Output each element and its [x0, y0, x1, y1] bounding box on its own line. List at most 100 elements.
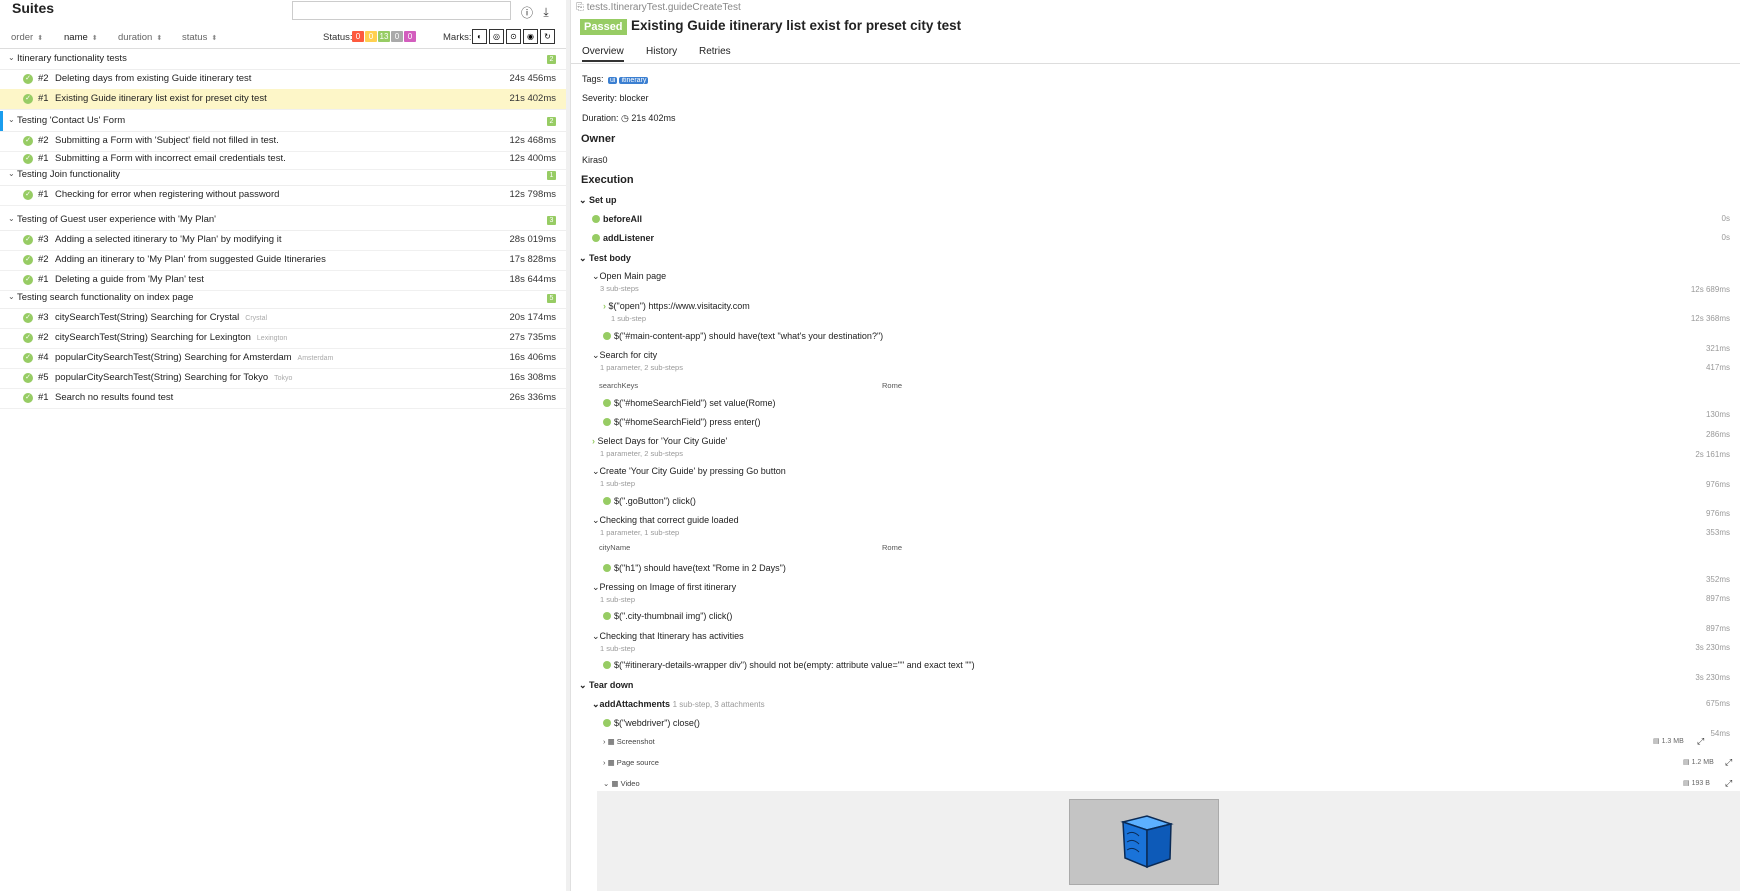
setup-section[interactable]: ⌄ Set up	[579, 195, 617, 206]
test-step[interactable]: $("h1") should have(text "Rome in 2 Days…	[603, 563, 786, 573]
suite-group[interactable]: ⌄ Testing Join functionality 1	[0, 165, 566, 186]
copy-icon[interactable]: ⎘	[576, 2, 587, 13]
file-size-icon: ▤	[1683, 759, 1690, 766]
step-name: Checking that correct guide loaded	[599, 515, 739, 525]
test-step[interactable]: ⌄Open Main page	[592, 271, 666, 282]
test-row[interactable]: ✓ #3 Adding a selected itinerary to 'My Pl…	[0, 230, 566, 251]
sort-order[interactable]: order ⬍	[11, 32, 43, 43]
attachment-row[interactable]: ⌄ ▦ Video	[603, 779, 640, 788]
test-row[interactable]: ✓ #5 popularCitySearchTest(String) Searchi…	[0, 368, 566, 389]
step-name: Checking that Itinerary has activities	[599, 631, 744, 641]
test-row[interactable]: ✓ #1 Existing Guide itinerary list exist f…	[0, 89, 566, 110]
test-step[interactable]: ⌄Search for city	[592, 350, 657, 361]
retries-mark-icon[interactable]: ↻	[540, 29, 555, 44]
test-step[interactable]: $("#main-content-app") should have(text …	[603, 331, 883, 341]
fixture-substeps: 1 sub-step, 3 attachments	[672, 700, 765, 709]
teardown-section[interactable]: ⌄ Tear down	[579, 680, 633, 691]
tab-retries[interactable]: Retries	[699, 46, 731, 57]
test-step[interactable]: › $("open") https://www.visitacity.com	[603, 301, 750, 311]
suite-count-badge: 3	[547, 216, 556, 225]
body-section[interactable]: ⌄ Test body	[579, 253, 631, 264]
search-input[interactable]	[292, 1, 511, 20]
test-step[interactable]: $("#homeSearchField") set value(Rome)	[603, 398, 775, 408]
suite-group[interactable]: ⌄ Testing search functionality on index p…	[0, 288, 566, 309]
test-step[interactable]: ⌄Checking that Itinerary has activities	[592, 631, 744, 642]
test-step[interactable]: ⌄Create 'Your City Guide' by pressing Go…	[592, 466, 786, 477]
chevron-right-icon: ›	[592, 436, 595, 446]
test-step[interactable]: ⌄Pressing on Image of first itinerary	[592, 582, 736, 593]
tab-overview[interactable]: Overview	[582, 46, 624, 62]
param-value: Rome	[882, 381, 903, 390]
suite-group[interactable]: ⌄ Itinerary functionality tests 2	[0, 49, 566, 70]
download-icon[interactable]: ⤓	[538, 4, 554, 20]
sort-status[interactable]: status ⬍	[182, 32, 217, 43]
chevron-down-icon: ⌄	[8, 292, 15, 301]
test-row[interactable]: ✓ #2 citySearchTest(String) Searching for …	[0, 328, 566, 349]
tabs: Overview History Retries	[571, 43, 1740, 64]
sort-duration[interactable]: duration ⬍	[118, 32, 162, 43]
step-time: 2s 161ms	[1695, 450, 1730, 459]
sort-arrow-icon: ⬍	[91, 35, 98, 42]
attachment-size: ▤ 1.2 MB	[1683, 758, 1714, 766]
param-value: Rome	[882, 543, 903, 552]
attachment-name: Video	[620, 779, 640, 788]
attachment-row[interactable]: › ▦ Page source	[603, 758, 659, 767]
new-failed-mark-icon[interactable]: ◎	[489, 29, 504, 44]
tag[interactable]: ui	[608, 77, 618, 84]
test-title-text: Adding a selected itinerary to 'My Plan'…	[55, 234, 282, 245]
new-broken-mark-icon[interactable]: ◉	[523, 29, 538, 44]
test-title-text: Deleting days from existing Guide itiner…	[55, 73, 252, 84]
info-icon[interactable]: ⓘ	[519, 4, 535, 20]
test-step[interactable]: $("#homeSearchField") press enter()	[603, 417, 760, 427]
status-count-badge[interactable]: 13	[378, 31, 390, 42]
fullscreen-icon[interactable]: ⤢	[1725, 778, 1732, 789]
fixture-step[interactable]: ⌄addAttachments 1 sub-step, 3 attachment…	[592, 699, 765, 710]
step-name: Open Main page	[599, 271, 667, 281]
test-step[interactable]: $("webdriver") close()	[603, 718, 700, 728]
file-icon: ▦	[607, 758, 615, 767]
step-name: $("#homeSearchField") set value(Rome)	[614, 398, 776, 408]
test-step[interactable]: ⌄Checking that correct guide loaded	[592, 515, 739, 526]
fixture-step[interactable]: addListener	[592, 233, 654, 243]
passed-icon: ✓	[23, 393, 33, 403]
step-substeps: 3 sub-steps	[600, 284, 639, 293]
tag[interactable]: itinerary	[619, 77, 649, 84]
test-row[interactable]: ✓ #4 popularCitySearchTest(String) Searchi…	[0, 348, 566, 369]
test-row[interactable]: ✓ #3 citySearchTest(String) Searching for …	[0, 308, 566, 329]
test-title: citySearchTest(String) Searching for Lex…	[55, 332, 287, 343]
suite-count-badge: 5	[547, 294, 556, 303]
fullscreen-icon[interactable]: ⤢	[1725, 757, 1732, 768]
status-count-badge[interactable]: 0	[391, 31, 403, 42]
tab-history[interactable]: History	[646, 46, 677, 57]
test-row[interactable]: ✓ #1 Search no results found test 26s 336ms	[0, 388, 566, 409]
test-step[interactable]: $(".goButton") click()	[603, 496, 696, 506]
suite-group[interactable]: ⌄ Testing of Guest user experience with '…	[0, 210, 566, 231]
video-thumbnail[interactable]	[1069, 799, 1219, 885]
test-step[interactable]: › Select Days for 'Your City Guide'	[592, 436, 727, 446]
test-duration: 16s 406ms	[509, 352, 556, 363]
status-count-badge[interactable]: 0	[404, 31, 416, 42]
test-row[interactable]: ✓ #1 Checking for error when registering w…	[0, 185, 566, 206]
chevron-down-icon: ⌄	[579, 253, 590, 263]
test-row[interactable]: ✓ #2 Adding an itinerary to 'My Plan' from…	[0, 250, 566, 271]
test-step[interactable]: $("#itinerary-details-wrapper div") shou…	[603, 660, 975, 670]
test-order: #1	[38, 153, 49, 164]
attachment-row[interactable]: › ▦ Screenshot	[603, 737, 655, 746]
status-count-badge[interactable]: 0	[365, 31, 377, 42]
passed-icon	[603, 719, 611, 727]
status-count-badge[interactable]: 0	[352, 31, 364, 42]
sort-name[interactable]: name ⬍	[64, 32, 98, 43]
step-substeps: 1 sub-step	[600, 644, 636, 653]
owner-heading: Owner	[581, 133, 616, 145]
fullscreen-icon[interactable]: ⤢	[1697, 736, 1704, 747]
flaky-mark-icon[interactable]: ◐	[472, 29, 487, 44]
step-time: 897ms	[1705, 624, 1730, 633]
fixture-step[interactable]: beforeAll	[592, 214, 642, 224]
new-passed-mark-icon[interactable]: ⊙	[506, 29, 521, 44]
test-row[interactable]: ✓ #2 Deleting days from existing Guide iti…	[0, 69, 566, 90]
suite-group[interactable]: ⌄ Testing 'Contact Us' Form 2	[0, 111, 566, 132]
test-step[interactable]: $(".city-thumbnail img") click()	[603, 611, 732, 621]
test-title: Search no results found test	[55, 392, 173, 403]
chevron-down-icon: ⌄	[592, 631, 600, 641]
chevron-right-icon: ›	[603, 737, 606, 746]
